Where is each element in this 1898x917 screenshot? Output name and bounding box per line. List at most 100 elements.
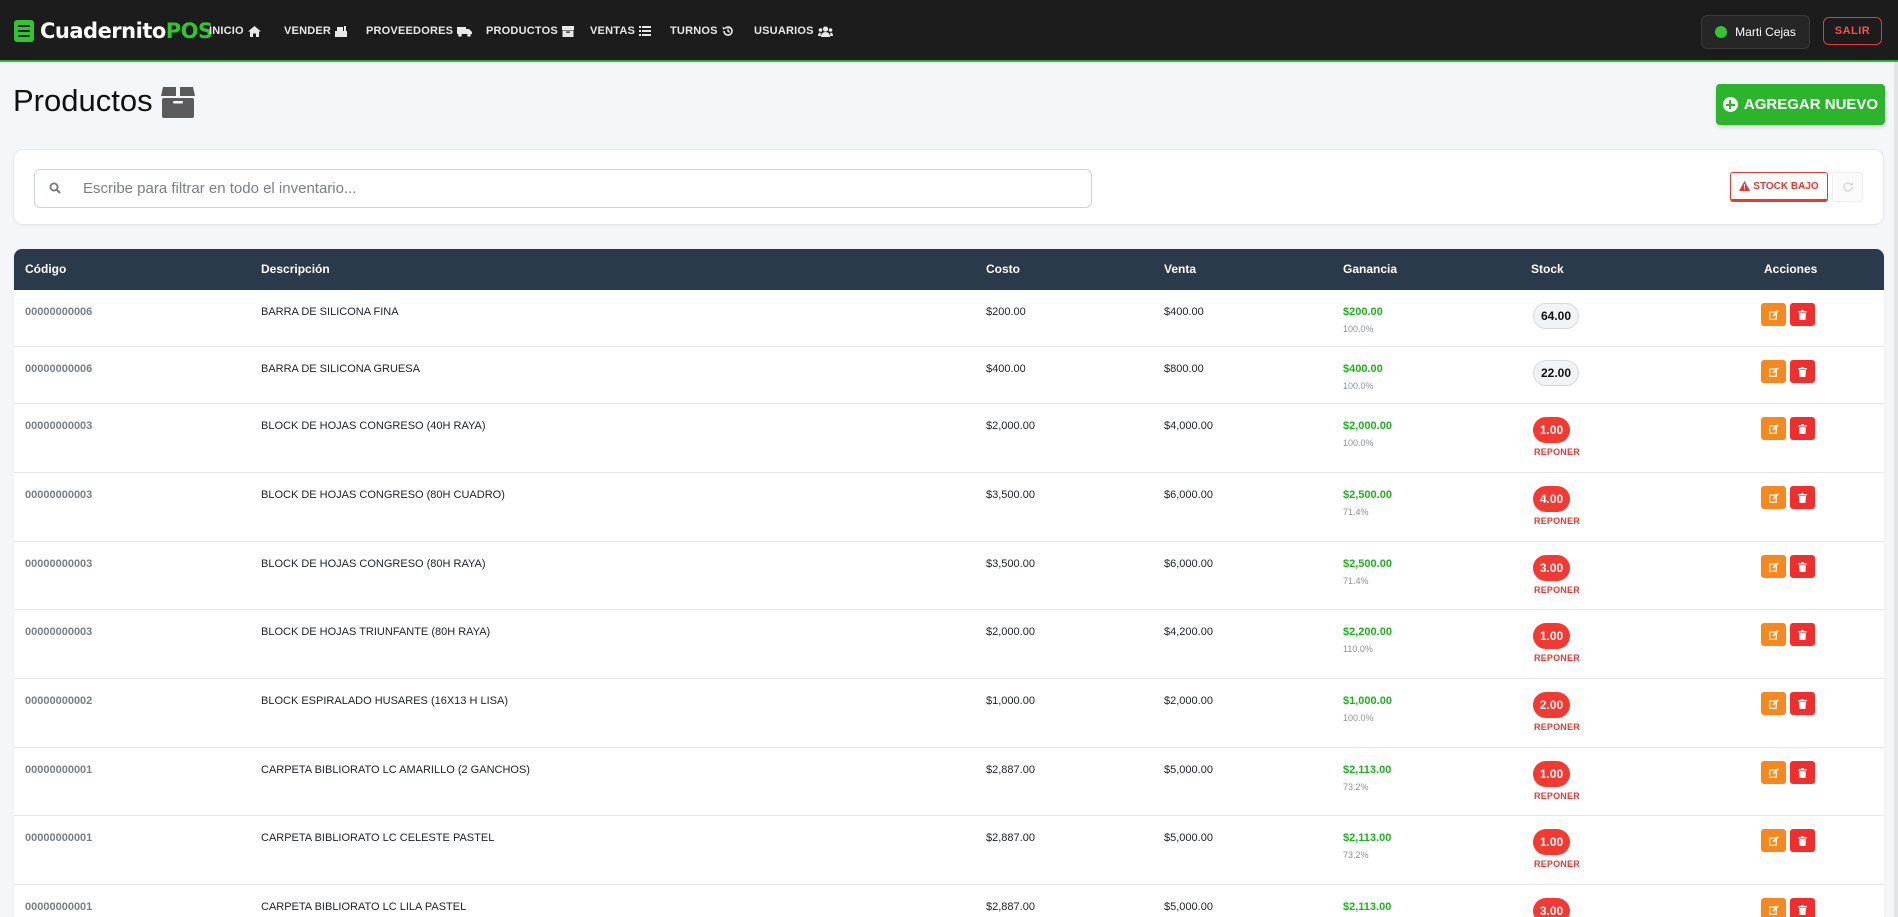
nav-item-label: TURNOS [670,25,718,37]
nav-item-productos[interactable]: PRODUCTOS [486,22,574,40]
trash-icon [1798,904,1807,915]
nav-item-vender[interactable]: VENDER [284,22,348,40]
cell-profit-percent: 100.0% [1343,324,1374,334]
cell-profit: $2,113.00 [1343,901,1392,913]
trash-icon [1798,366,1807,377]
header-actions: Acciones [1764,262,1818,276]
nav-item-usuarios[interactable]: USUARIOS [754,22,833,40]
delete-button[interactable] [1790,829,1815,852]
stock-badge: 3.00 [1533,555,1570,581]
list-icon [639,26,652,36]
cell-description: CARPETA BIBLIORATO LC AMARILLO (2 GANCHO… [261,764,530,776]
cell-profit-percent: 73.2% [1343,782,1369,792]
edit-icon [1768,629,1779,640]
notebook-icon [14,20,34,42]
delete-button[interactable] [1790,761,1815,784]
cell-profit-percent: 71.4% [1343,507,1369,517]
cell-cost: $3,500.00 [986,489,1035,501]
edit-icon [1768,561,1779,572]
edit-button[interactable] [1761,555,1786,578]
nav-item-label: VENDER [284,25,332,37]
edit-icon [1768,423,1779,434]
nav-item-label: VENTAS [590,25,636,37]
logout-button[interactable]: SALIR [1823,17,1882,45]
refresh-button[interactable] [1832,172,1863,202]
cell-sale: $4,000.00 [1164,420,1213,432]
delete-button[interactable] [1790,486,1815,509]
delete-button[interactable] [1790,417,1815,440]
cell-sale: $6,000.00 [1164,558,1213,570]
table-row: 00000000001 CARPETA BIBLIORATO LC LILA PA… [14,885,1884,917]
header-profit: Ganancia [1343,262,1398,276]
stock-low-button[interactable]: STOCK BAJO [1730,172,1828,202]
table-row: 00000000001 CARPETA BIBLIORATO LC CELESTE… [14,816,1884,885]
delete-button[interactable] [1790,692,1815,715]
cell-code: 00000000006 [25,363,93,375]
edit-icon [1768,835,1779,846]
table-row: 00000000006 BARRA DE SILICONA FINA $200.00… [14,290,1884,347]
add-new-label: AGREGAR NUEVO [1743,96,1879,113]
nav-item-turnos[interactable]: TURNOS [670,22,734,40]
trash-icon [1798,767,1807,778]
delete-button[interactable] [1790,898,1815,917]
edit-button[interactable] [1761,898,1786,917]
cell-profit: $1,000.00 [1343,695,1392,707]
cell-profit-percent: 100.0% [1343,713,1374,723]
table-row: 00000000001 CARPETA BIBLIORATO LC AMARILL… [14,748,1884,816]
cell-cost: $2,887.00 [986,901,1035,913]
stock-badge: 3.00 [1533,898,1570,917]
cell-profit-percent: 100.0% [1343,438,1374,448]
nav-item-proveedores[interactable]: PROVEEDORES [366,22,473,40]
edit-button[interactable] [1761,692,1786,715]
nav-item-inicio[interactable]: INICIO [209,22,261,40]
cell-cost: $1,000.00 [986,695,1035,707]
delete-button[interactable] [1790,555,1815,578]
delete-button[interactable] [1790,623,1815,646]
cell-profit-percent: 100.0% [1343,381,1374,391]
stock-badge: 1.00 [1533,829,1570,855]
header-cost: Costo [986,262,1020,276]
stock-badge: 4.00 [1533,486,1570,512]
brand-logo[interactable]: CuadernitoPOS [14,16,213,46]
trash-icon [1798,492,1807,503]
cell-code: 00000000001 [25,832,93,844]
add-new-button[interactable]: AGREGAR NUEVO [1716,84,1885,125]
trash-icon [1798,629,1807,640]
page-scrollbar[interactable] [1894,62,1898,917]
cell-sale: $2,000.00 [1164,695,1213,707]
user-menu[interactable]: Marti Cejas [1701,15,1810,49]
delete-button[interactable] [1790,303,1815,326]
cell-sale: $800.00 [1164,363,1204,375]
header-sale: Venta [1164,262,1197,276]
trash-icon [1798,698,1807,709]
nav-item-label: USUARIOS [754,25,814,37]
search-input[interactable] [83,170,1083,207]
cell-cost: $2,887.00 [986,764,1035,776]
edit-button[interactable] [1761,417,1786,440]
edit-icon [1768,492,1779,503]
restock-label: REPONER [1534,859,1580,869]
edit-button[interactable] [1761,829,1786,852]
cell-sale: $4,200.00 [1164,626,1213,638]
cell-code: 00000000003 [25,626,93,638]
home-icon [247,25,261,37]
cell-profit: $2,113.00 [1343,832,1392,844]
edit-icon [1768,767,1779,778]
cell-profit-percent: 73.2% [1343,850,1369,860]
nav-item-label: PRODUCTOS [486,25,558,37]
restock-label: REPONER [1534,447,1580,457]
delete-button[interactable] [1790,360,1815,383]
edit-button[interactable] [1761,623,1786,646]
edit-button[interactable] [1761,761,1786,784]
cell-profit: $2,500.00 [1343,489,1392,501]
cell-description: CARPETA BIBLIORATO LC LILA PASTEL [261,901,467,913]
table-header: Código Descripción Costo Venta Ganancia … [14,249,1884,290]
cell-cost: $200.00 [986,306,1026,318]
cell-profit: $2,200.00 [1343,626,1392,638]
edit-button[interactable] [1761,360,1786,383]
nav-item-ventas[interactable]: VENTAS [590,22,652,40]
edit-button[interactable] [1761,486,1786,509]
edit-button[interactable] [1761,303,1786,326]
cell-sale: $400.00 [1164,306,1204,318]
cell-profit: $2,113.00 [1343,764,1392,776]
